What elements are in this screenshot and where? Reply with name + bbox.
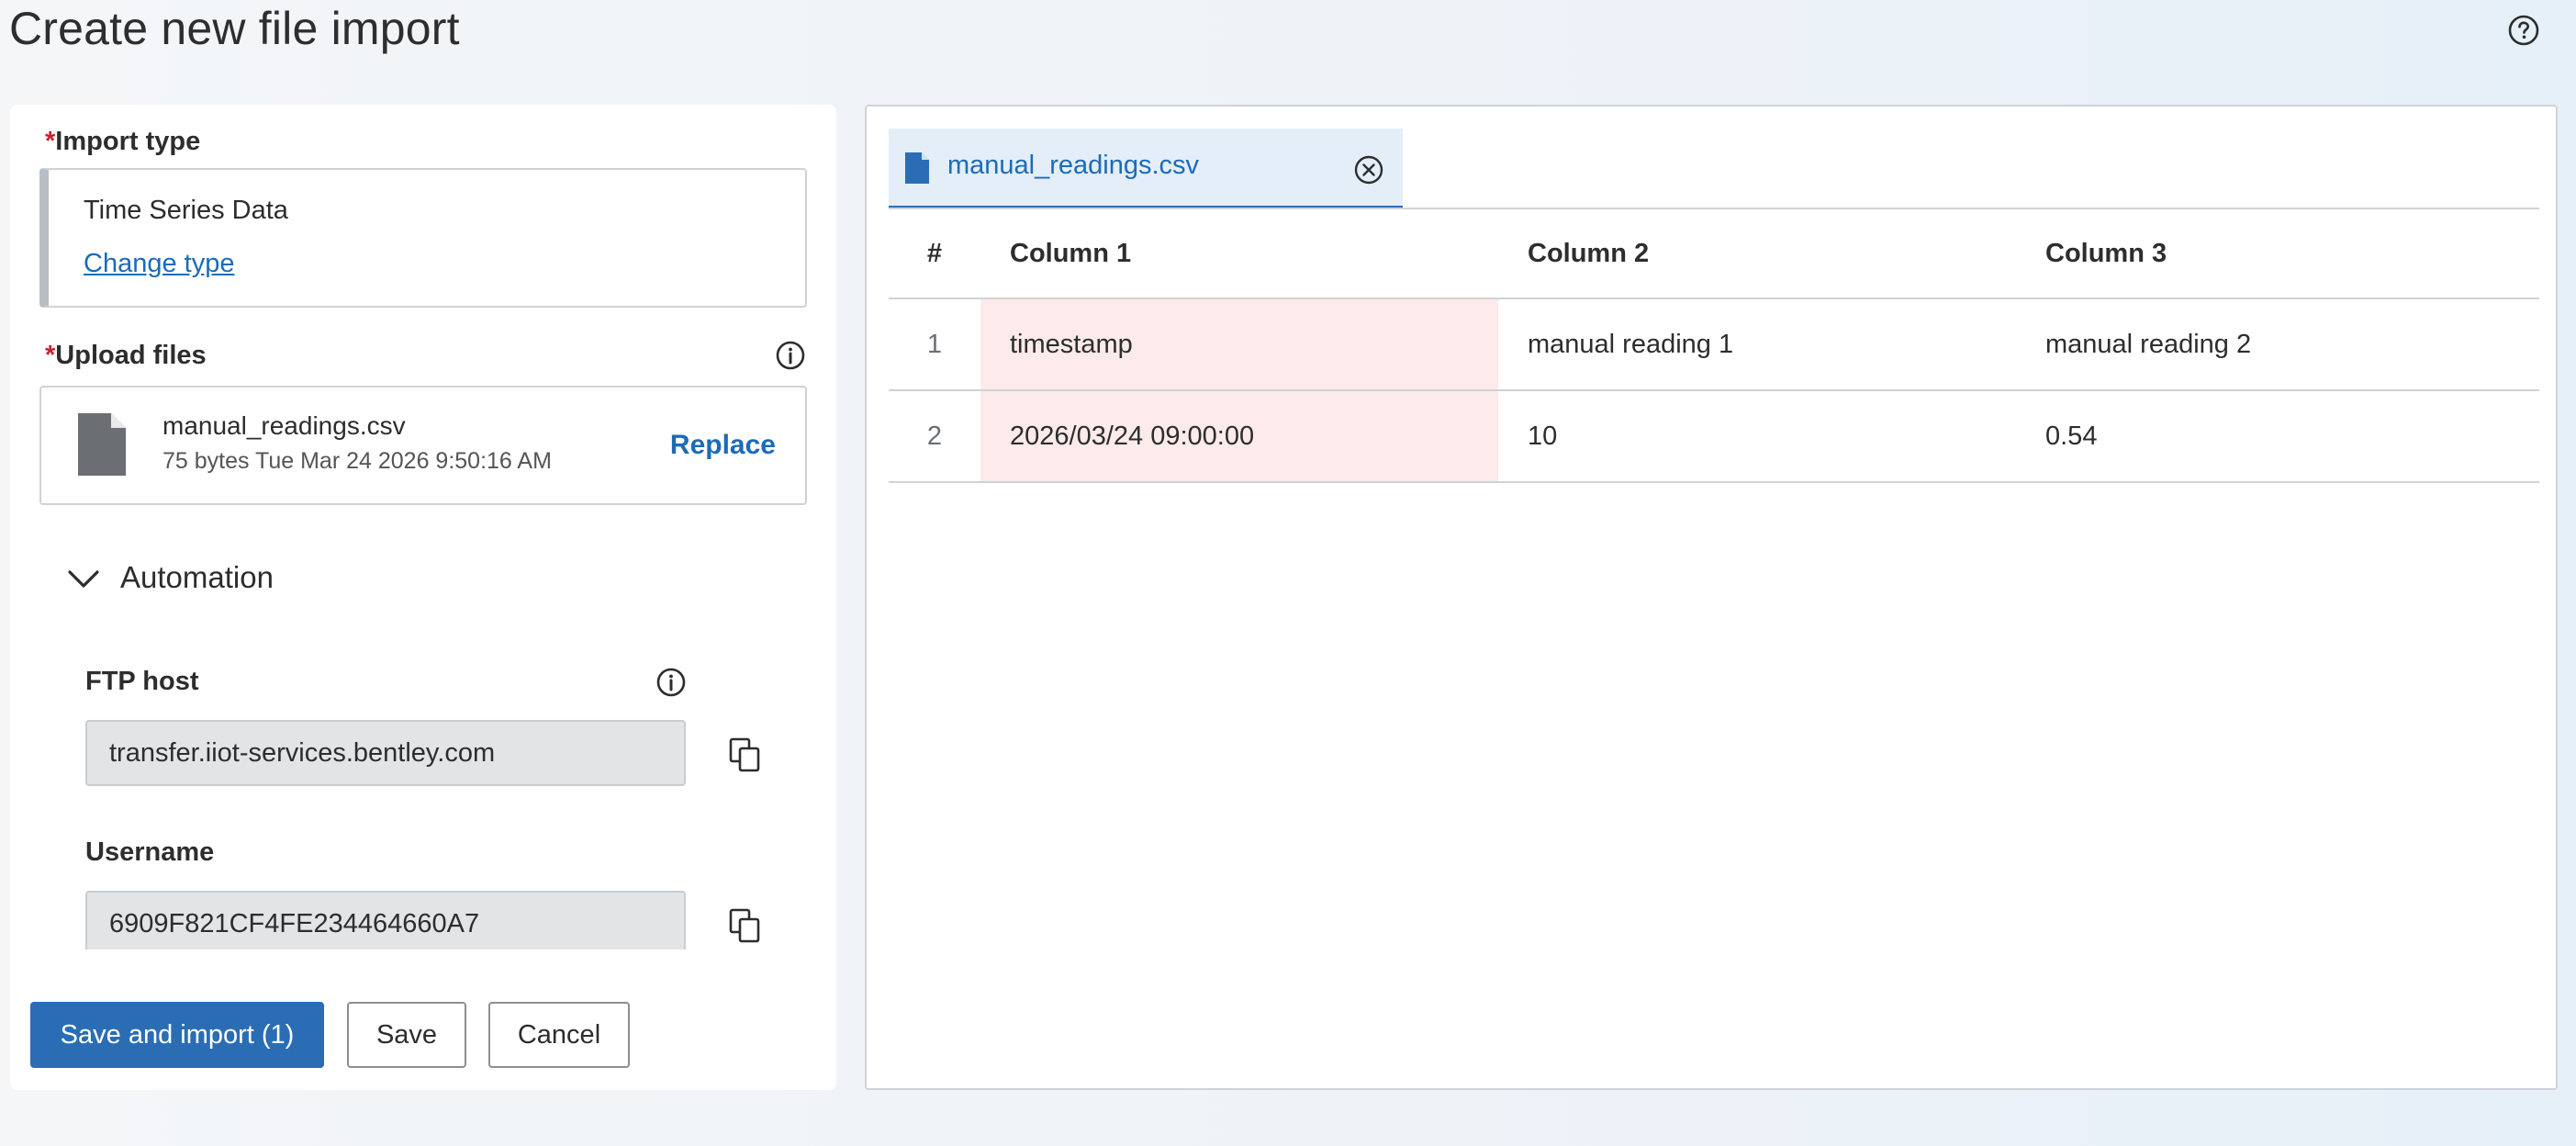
save-button[interactable]: Save [347, 1002, 466, 1068]
ftp-host-label: FTP host [85, 667, 199, 696]
import-type-card: Time Series Data Change type [39, 168, 807, 308]
tab-manual-readings[interactable]: manual_readings.csv [889, 129, 1403, 209]
file-icon [905, 152, 929, 184]
uploaded-file-name: manual_readings.csv [162, 411, 406, 440]
upload-files-label: *Upload files [45, 341, 207, 370]
table-cell: manual reading 2 [2045, 329, 2252, 359]
ftp-host-info-icon[interactable] [655, 667, 687, 698]
upload-info-icon[interactable] [775, 340, 806, 371]
uploaded-file-meta: 75 bytes Tue Mar 24 2026 9:50:16 AM [162, 448, 552, 474]
table-cell-error: timestamp [980, 299, 1498, 389]
import-type-label: *Import type [45, 127, 201, 156]
file-icon [78, 413, 126, 476]
table-cell: manual reading 1 [1528, 329, 1734, 359]
table-cell: 10 [1528, 421, 1558, 451]
tab-label: manual_readings.csv [947, 151, 1200, 180]
table-header-row: # Column 1 Column 2 Column 3 [889, 209, 2539, 299]
required-marker: * [45, 127, 56, 156]
automation-label: Automation [120, 560, 274, 594]
close-circle-icon[interactable] [1353, 154, 1384, 185]
table-cell-error: 2026/03/24 09:00:00 [980, 391, 1498, 481]
ftp-host-field[interactable]: transfer.iiot-services.bentley.com [85, 720, 686, 786]
form-footer: Save and import (1) Save Cancel [10, 949, 836, 1090]
table-row: 2 2026/03/24 09:00:00 10 0.54 [889, 391, 2539, 483]
column-header: Column 1 [1010, 238, 1132, 268]
cancel-button[interactable]: Cancel [488, 1002, 630, 1068]
save-and-import-button[interactable]: Save and import (1) [30, 1002, 324, 1068]
copy-username-icon[interactable] [728, 907, 761, 944]
row-number: 1 [926, 329, 943, 359]
replace-file-button[interactable]: Replace [670, 430, 776, 461]
required-marker: * [45, 341, 56, 370]
column-header: Column 2 [1528, 238, 1650, 268]
chevron-down-icon [68, 570, 99, 588]
copy-ftp-host-icon[interactable] [728, 736, 761, 773]
change-type-link[interactable]: Change type [84, 249, 234, 279]
table-row: 1 timestamp manual reading 1 manual read… [889, 299, 2539, 391]
table-cell: 0.54 [2045, 421, 2098, 451]
row-number: 2 [926, 421, 943, 451]
import-type-value: Time Series Data [84, 196, 288, 225]
column-header: Column 3 [2045, 238, 2167, 268]
username-field[interactable]: 6909F821CF4FE234464660A7 [85, 891, 686, 957]
page-title: Create new file import [9, 3, 460, 54]
help-circle-icon[interactable] [2506, 13, 2541, 48]
import-form-panel: *Import type Time Series Data Change typ… [10, 105, 836, 1090]
column-header: # [926, 238, 943, 268]
preview-table: # Column 1 Column 2 Column 3 1 timestamp… [889, 209, 2539, 483]
uploaded-file-card: manual_readings.csv 75 bytes Tue Mar 24 … [39, 386, 807, 505]
file-preview-panel: manual_readings.csv # Column 1 Column 2 … [865, 105, 2558, 1090]
username-label: Username [85, 837, 215, 867]
